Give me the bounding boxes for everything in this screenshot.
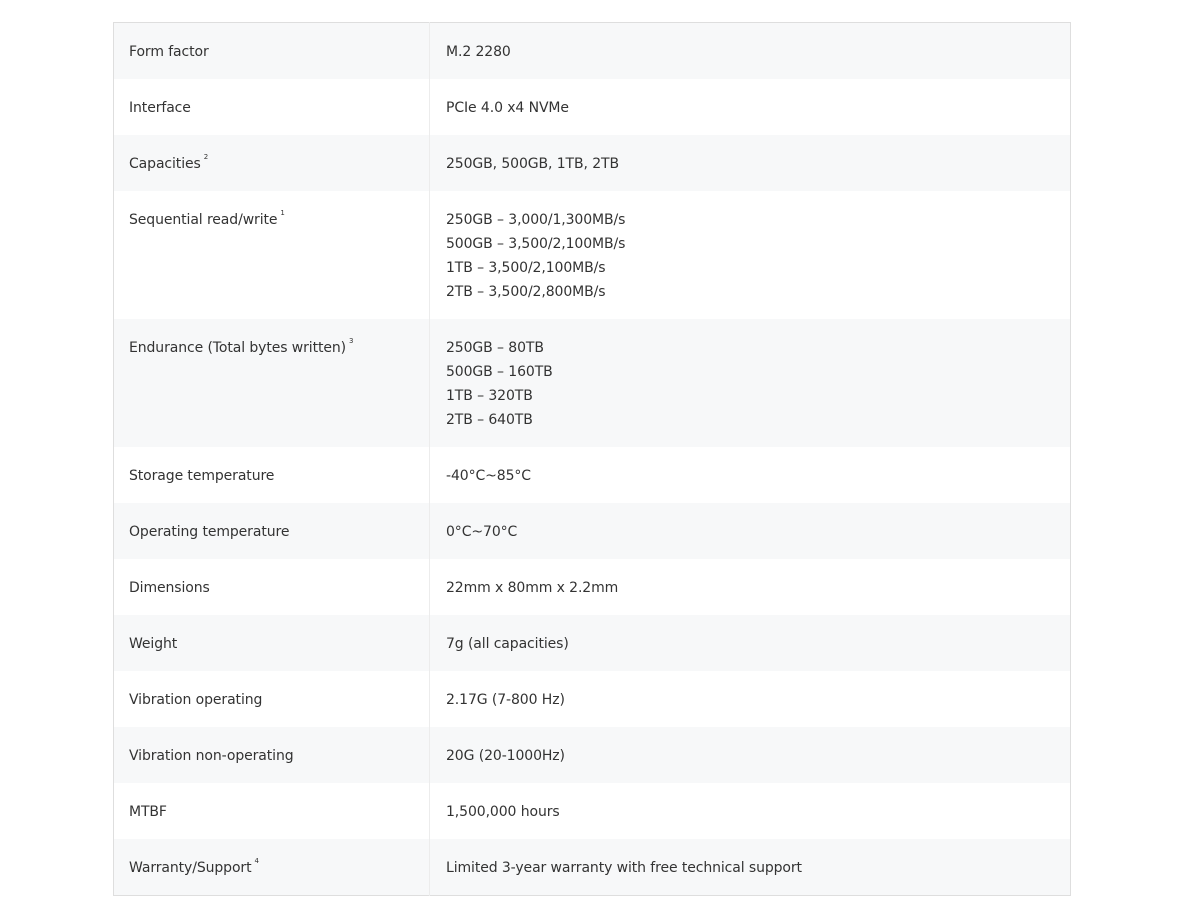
spec-label-cell: Vibration operating (113, 671, 430, 727)
spec-value: 250GB – 3,000/1,300MB/s (446, 212, 626, 228)
spec-value-cell: 250GB – 80TB 500GB – 160TB 1TB – 320TB 2… (429, 319, 1071, 447)
spec-row-storage-temperature: Storage temperature -40°C~85°C (113, 447, 1071, 503)
spec-label: Dimensions (129, 580, 210, 596)
spec-label: Sequential read/write (129, 212, 278, 228)
spec-label: Operating temperature (129, 524, 290, 540)
spec-value-cell: M.2 2280 (429, 22, 1071, 79)
spec-value: 1TB – 320TB (446, 388, 533, 404)
spec-label-cell: Interface (113, 79, 430, 135)
spec-label-cell: Dimensions (113, 559, 430, 615)
spec-label: Form factor (129, 44, 209, 60)
spec-value-cell: Limited 3-year warranty with free techni… (429, 839, 1071, 896)
spec-value: 0°C~70°C (446, 524, 518, 540)
spec-row-dimensions: Dimensions 22mm x 80mm x 2.2mm (113, 559, 1071, 615)
spec-row-endurance: Endurance (Total bytes written) 3 250GB –… (113, 319, 1071, 447)
spec-row-warranty-support: Warranty/Support 4 Limited 3-year warrant… (113, 839, 1071, 896)
spec-row-operating-temperature: Operating temperature 0°C~70°C (113, 503, 1071, 559)
spec-row-vibration-operating: Vibration operating 2.17G (7-800 Hz) (113, 671, 1071, 727)
spec-label-cell: Storage temperature (113, 447, 430, 503)
spec-value-cell: 1,500,000 hours (429, 783, 1071, 839)
spec-label-cell: Operating temperature (113, 503, 430, 559)
spec-label: Capacities (129, 156, 201, 172)
spec-value: 500GB – 3,500/2,100MB/s (446, 236, 626, 252)
spec-row-sequential-read-write: Sequential read/write 1 250GB – 3,000/1,3… (113, 191, 1071, 319)
spec-label-cell: Sequential read/write 1 (113, 191, 430, 319)
spec-row-mtbf: MTBF 1,500,000 hours (113, 783, 1071, 839)
footnote-marker: 3 (349, 337, 354, 345)
spec-value-cell: 250GB, 500GB, 1TB, 2TB (429, 135, 1071, 191)
spec-value: 2TB – 640TB (446, 412, 533, 428)
spec-value: -40°C~85°C (446, 468, 531, 484)
spec-value: 7g (all capacities) (446, 636, 569, 652)
spec-value: 2TB – 3,500/2,800MB/s (446, 284, 606, 300)
spec-value: 22mm x 80mm x 2.2mm (446, 580, 619, 596)
spec-value: 1,500,000 hours (446, 804, 560, 820)
spec-value-cell: 2.17G (7-800 Hz) (429, 671, 1071, 727)
spec-table: Form factor M.2 2280 Interface PCIe 4.0 … (113, 22, 1071, 896)
spec-value-cell: 0°C~70°C (429, 503, 1071, 559)
spec-value-cell: 7g (all capacities) (429, 615, 1071, 671)
spec-label-cell: Vibration non-operating (113, 727, 430, 783)
spec-label-cell: Capacities 2 (113, 135, 430, 191)
spec-row-form-factor: Form factor M.2 2280 (113, 22, 1071, 79)
spec-value-cell: -40°C~85°C (429, 447, 1071, 503)
spec-value: PCIe 4.0 x4 NVMe (446, 100, 569, 116)
spec-label-cell: Form factor (113, 22, 430, 79)
spec-value: 2.17G (7-800 Hz) (446, 692, 565, 708)
spec-row-weight: Weight 7g (all capacities) (113, 615, 1071, 671)
spec-value: M.2 2280 (446, 44, 511, 60)
spec-label-cell: Weight (113, 615, 430, 671)
spec-label-cell: Endurance (Total bytes written) 3 (113, 319, 430, 447)
footnote-marker: 1 (280, 209, 285, 217)
spec-value: 500GB – 160TB (446, 364, 553, 380)
spec-label-cell: MTBF (113, 783, 430, 839)
spec-label: Endurance (Total bytes written) (129, 340, 346, 356)
spec-value: 1TB – 3,500/2,100MB/s (446, 260, 606, 276)
spec-label: Interface (129, 100, 191, 116)
spec-label: Storage temperature (129, 468, 275, 484)
spec-row-capacities: Capacities 2 250GB, 500GB, 1TB, 2TB (113, 135, 1071, 191)
spec-label: Vibration non-operating (129, 748, 294, 764)
footnote-marker: 2 (203, 153, 209, 161)
spec-row-vibration-non-operating: Vibration non-operating 20G (20-1000Hz) (113, 727, 1071, 783)
spec-label: MTBF (129, 804, 167, 820)
spec-label: Weight (129, 636, 178, 652)
spec-value: 250GB – 80TB (446, 340, 544, 356)
spec-value-cell: 20G (20-1000Hz) (429, 727, 1071, 783)
spec-value-cell: PCIe 4.0 x4 NVMe (429, 79, 1071, 135)
spec-value-cell: 22mm x 80mm x 2.2mm (429, 559, 1071, 615)
spec-label: Vibration operating (129, 692, 263, 708)
spec-value: 20G (20-1000Hz) (446, 748, 565, 764)
footnote-marker: 4 (254, 857, 259, 865)
spec-label-cell: Warranty/Support 4 (113, 839, 430, 896)
spec-value: Limited 3-year warranty with free techni… (446, 860, 802, 876)
spec-value-cell: 250GB – 3,000/1,300MB/s 500GB – 3,500/2,… (429, 191, 1071, 319)
spec-label: Warranty/Support (129, 860, 252, 876)
spec-value: 250GB, 500GB, 1TB, 2TB (446, 156, 619, 172)
spec-row-interface: Interface PCIe 4.0 x4 NVMe (113, 79, 1071, 135)
